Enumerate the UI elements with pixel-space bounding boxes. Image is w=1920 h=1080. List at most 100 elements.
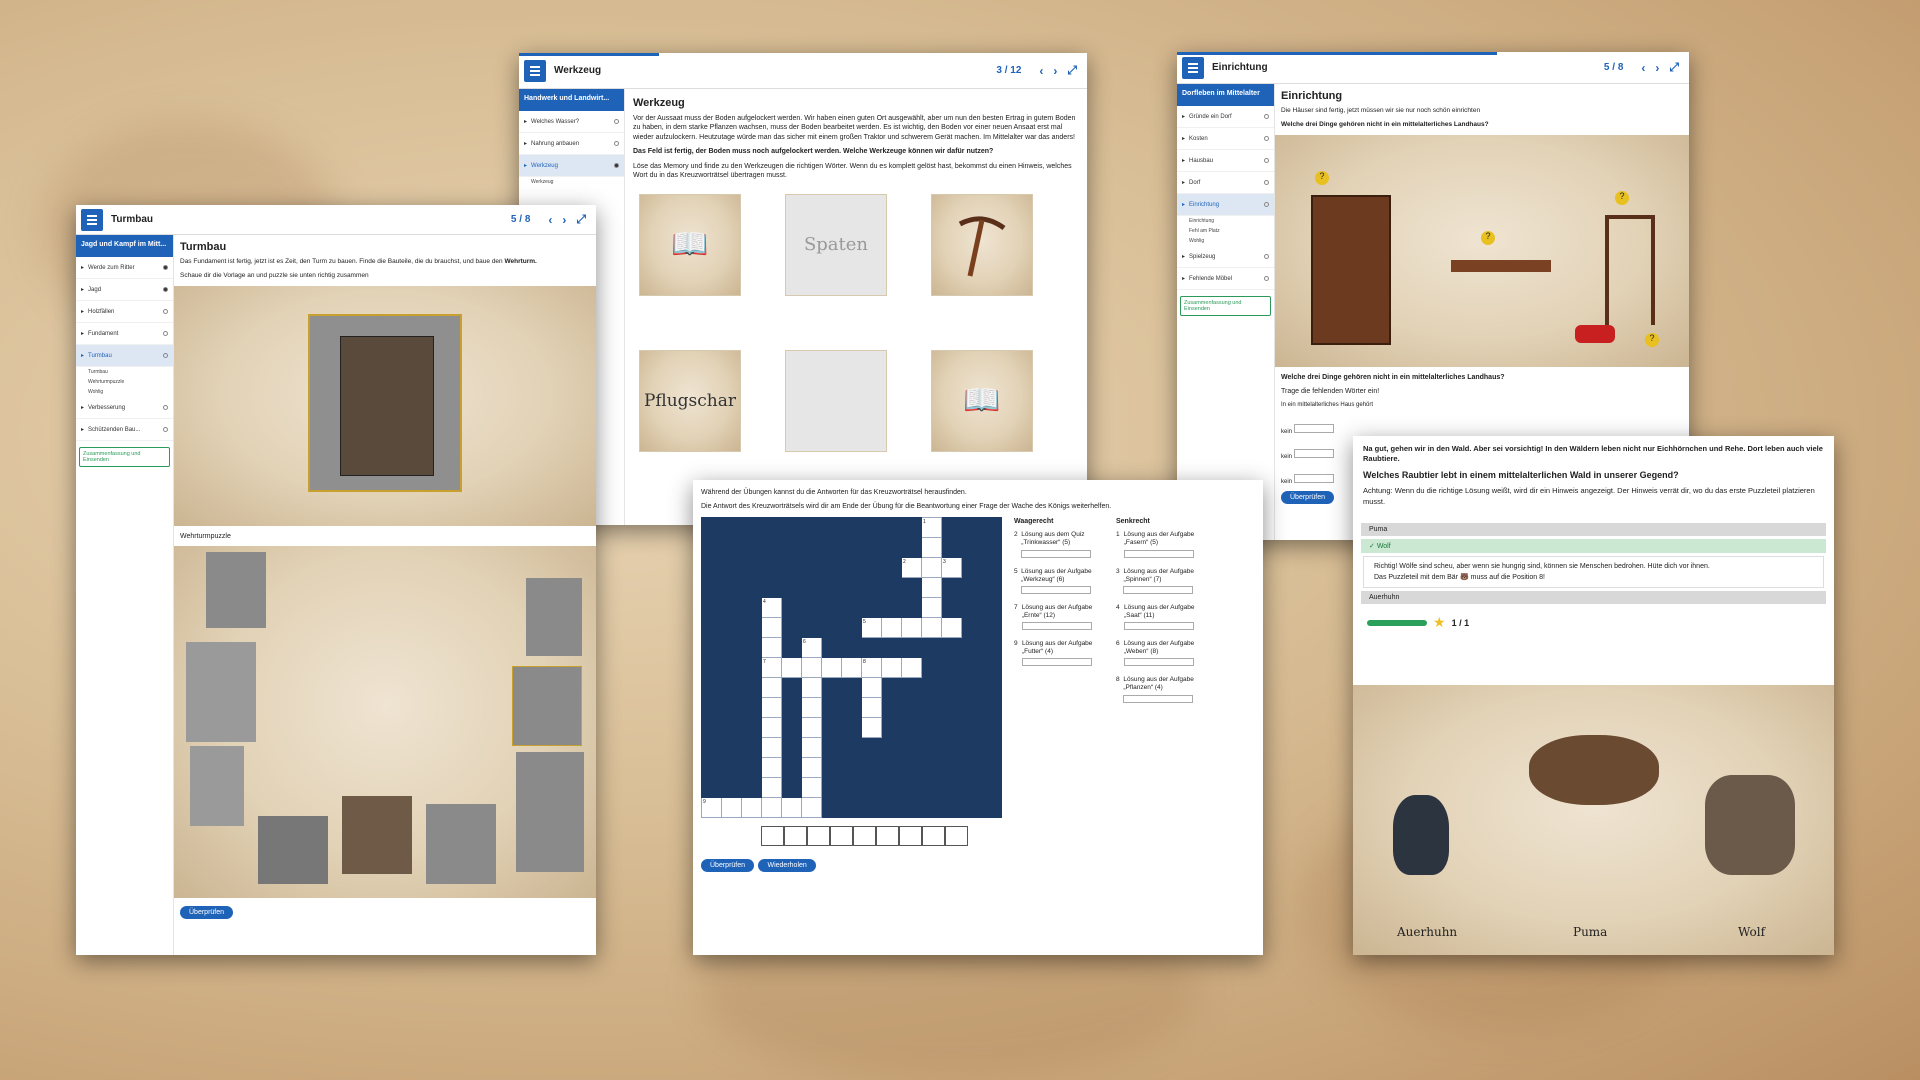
answer-input[interactable] [1021, 549, 1092, 558]
hint-marker[interactable]: ? [1315, 170, 1329, 185]
sidebar-subitem[interactable]: Wohlig [1177, 236, 1274, 246]
crossword-cell[interactable] [761, 696, 782, 718]
prev-icon[interactable]: ‹ [548, 213, 552, 227]
fullscreen-icon[interactable]: ⤢ [1067, 63, 1077, 78]
crossword-cell[interactable] [861, 696, 882, 718]
sidebar-item[interactable]: Jagd [76, 279, 173, 301]
crossword-cell[interactable] [921, 576, 942, 598]
memory-card-book[interactable]: 📖 [639, 193, 741, 296]
sidebar-item-turmbau[interactable]: Turmbau [76, 345, 173, 367]
puzzle-piece[interactable] [526, 577, 582, 656]
answer-input[interactable] [1123, 549, 1194, 558]
crossword-cell[interactable] [921, 556, 942, 578]
crossword-cell[interactable]: 6 [801, 636, 822, 658]
sidebar-item[interactable]: Fehlende Möbel [1177, 268, 1274, 290]
crossword-cell[interactable] [801, 696, 822, 718]
crossword-cell[interactable] [801, 656, 822, 678]
crossword-cell[interactable] [841, 656, 862, 678]
blank-input[interactable] [1293, 473, 1334, 483]
sidebar-item[interactable]: Spielzeug [1177, 246, 1274, 268]
check-button[interactable]: Überprüfen [180, 905, 234, 919]
crossword-cell[interactable] [761, 616, 782, 638]
crossword-cell[interactable] [801, 676, 822, 698]
crossword-cell[interactable] [761, 636, 782, 658]
next-icon[interactable]: › [562, 213, 566, 227]
puzzle-area[interactable] [174, 545, 596, 898]
crossword-cell[interactable] [761, 756, 782, 778]
sidebar-subitem[interactable]: Wehrturmpuzzle [76, 377, 173, 387]
crossword-cell[interactable] [941, 616, 962, 638]
memory-card-pflugschar[interactable]: Pflugschar [639, 349, 741, 452]
memory-card-pickaxe[interactable] [931, 193, 1033, 296]
sidebar-item[interactable]: Fundament [76, 323, 173, 345]
crossword-cell[interactable] [921, 616, 942, 638]
memory-card-spaten[interactable]: Spaten [785, 193, 887, 296]
sidebar-subitem[interactable]: Turmbau [76, 367, 173, 377]
crossword-cell[interactable] [761, 776, 782, 798]
crossword-cell[interactable] [881, 656, 902, 678]
answer-input[interactable] [1021, 585, 1092, 594]
puzzle-piece[interactable] [206, 551, 266, 628]
sidebar-item[interactable]: Dorf [1177, 172, 1274, 194]
sidebar-item[interactable]: Holzfällen [76, 301, 173, 323]
crossword-cell[interactable] [901, 656, 922, 678]
crossword-cell[interactable]: 1 [921, 516, 942, 538]
crossword-cell[interactable] [801, 736, 822, 758]
sidebar-item[interactable]: Welches Wasser? [519, 111, 624, 133]
check-button[interactable]: Überprüfen [701, 858, 755, 872]
puzzle-piece[interactable] [342, 795, 412, 874]
menu-icon[interactable] [524, 59, 546, 82]
answer-option-wolf[interactable]: ✓ Wolf [1361, 538, 1826, 553]
crossword-cell[interactable]: 4 [761, 596, 782, 618]
sidebar-subitem[interactable]: Fehl am Platz [1177, 226, 1274, 236]
crossword-cell[interactable] [741, 796, 762, 818]
sidebar-subitem[interactable]: Wohlig [76, 387, 173, 397]
sidebar-item[interactable]: Werde zum Ritter [76, 257, 173, 279]
puzzle-piece[interactable] [190, 745, 244, 826]
solution-row[interactable] [761, 825, 1255, 846]
sidebar-item[interactable]: Nahrung anbauen [519, 133, 624, 155]
sidebar-subitem[interactable]: Einrichtung [1177, 216, 1274, 226]
crossword-cell[interactable] [761, 736, 782, 758]
summary-button[interactable]: Zusammenfassung und Einsenden [1180, 296, 1271, 316]
crossword-cell[interactable]: 5 [861, 616, 882, 638]
next-icon[interactable]: › [1053, 64, 1057, 78]
answer-input[interactable] [1123, 694, 1194, 703]
fullscreen-icon[interactable]: ⤢ [1669, 60, 1679, 75]
sidebar-item-einrichtung[interactable]: Einrichtung [1177, 194, 1274, 216]
crossword-cell[interactable] [761, 796, 782, 818]
fullscreen-icon[interactable]: ⤢ [576, 212, 586, 227]
sidebar-subitem[interactable]: Werkzeug [519, 177, 624, 187]
puzzle-piece[interactable] [186, 641, 256, 742]
sidebar-section-title[interactable]: Handwerk und Landwirt... [519, 89, 624, 111]
crossword-cell[interactable] [801, 776, 822, 798]
blank-input[interactable] [1293, 448, 1334, 458]
answer-option-auerhuhn[interactable]: Auerhuhn [1361, 591, 1826, 605]
sidebar-section-title[interactable]: Jagd und Kampf im Mitt... [76, 235, 173, 257]
sidebar-item-werkzeug[interactable]: Werkzeug [519, 155, 624, 177]
next-icon[interactable]: › [1655, 61, 1659, 75]
crossword-cell[interactable] [781, 796, 802, 818]
crossword-cell[interactable] [761, 716, 782, 738]
answer-input[interactable] [1123, 622, 1194, 631]
hint-marker[interactable]: ? [1645, 332, 1659, 347]
memory-card-shovel[interactable] [785, 349, 887, 452]
sidebar-section-title[interactable]: Dorfleben im Mittelalter [1177, 84, 1274, 106]
answer-input[interactable] [1123, 585, 1194, 594]
crossword-cell[interactable] [901, 616, 922, 638]
crossword-cell[interactable] [761, 676, 782, 698]
puzzle-piece[interactable] [258, 815, 328, 884]
crossword-cell[interactable] [861, 676, 882, 698]
sidebar-item[interactable]: Kosten [1177, 128, 1274, 150]
retry-button[interactable]: Wiederholen [758, 858, 816, 872]
hint-marker[interactable]: ? [1615, 190, 1629, 205]
crossword-cell[interactable] [801, 756, 822, 778]
answer-input[interactable] [1021, 622, 1092, 631]
blank-input[interactable] [1293, 423, 1334, 433]
crossword-cell[interactable]: 7 [761, 656, 782, 678]
sidebar-item[interactable]: Schützenden Bau... [76, 419, 173, 441]
hint-marker[interactable]: ? [1481, 230, 1495, 245]
answer-option-puma[interactable]: Puma [1361, 522, 1826, 536]
crossword-cell[interactable] [781, 656, 802, 678]
puzzle-piece[interactable] [512, 665, 582, 746]
